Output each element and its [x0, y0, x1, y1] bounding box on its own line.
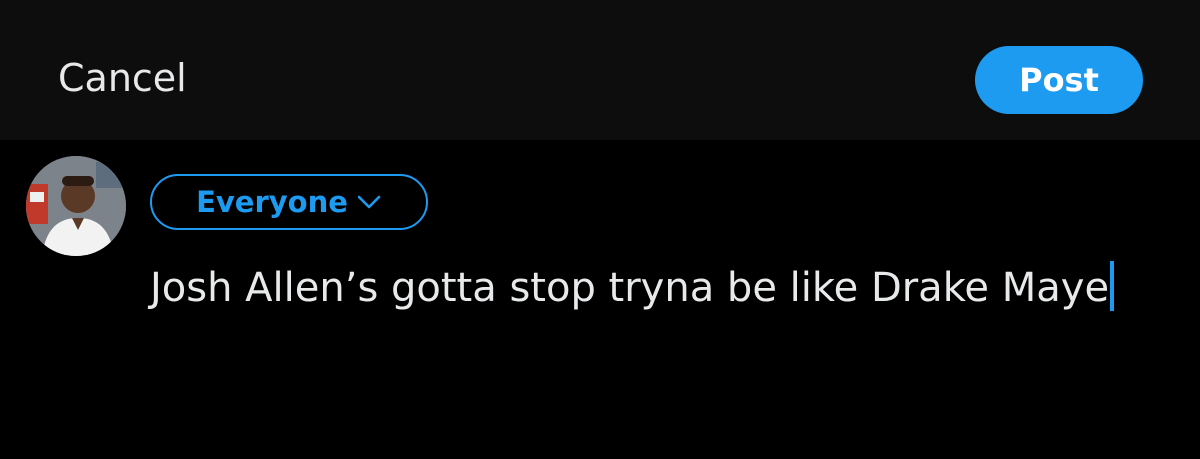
audience-selector[interactable]: Everyone	[150, 174, 428, 230]
compose-area: Everyone Josh Allen’s gotta stop tryna b…	[0, 140, 1200, 459]
chevron-down-icon	[357, 195, 381, 209]
compose-header: Cancel Post	[0, 0, 1200, 140]
avatar-photo	[26, 156, 126, 256]
audience-label: Everyone	[196, 185, 348, 219]
post-button[interactable]: Post	[975, 46, 1143, 114]
avatar[interactable]	[26, 156, 126, 256]
post-text: Josh Allen’s gotta stop tryna be like Dr…	[150, 265, 1110, 311]
text-cursor	[1110, 261, 1115, 311]
cancel-button[interactable]: Cancel	[58, 56, 187, 100]
post-text-input[interactable]: Josh Allen’s gotta stop tryna be like Dr…	[150, 258, 1140, 318]
